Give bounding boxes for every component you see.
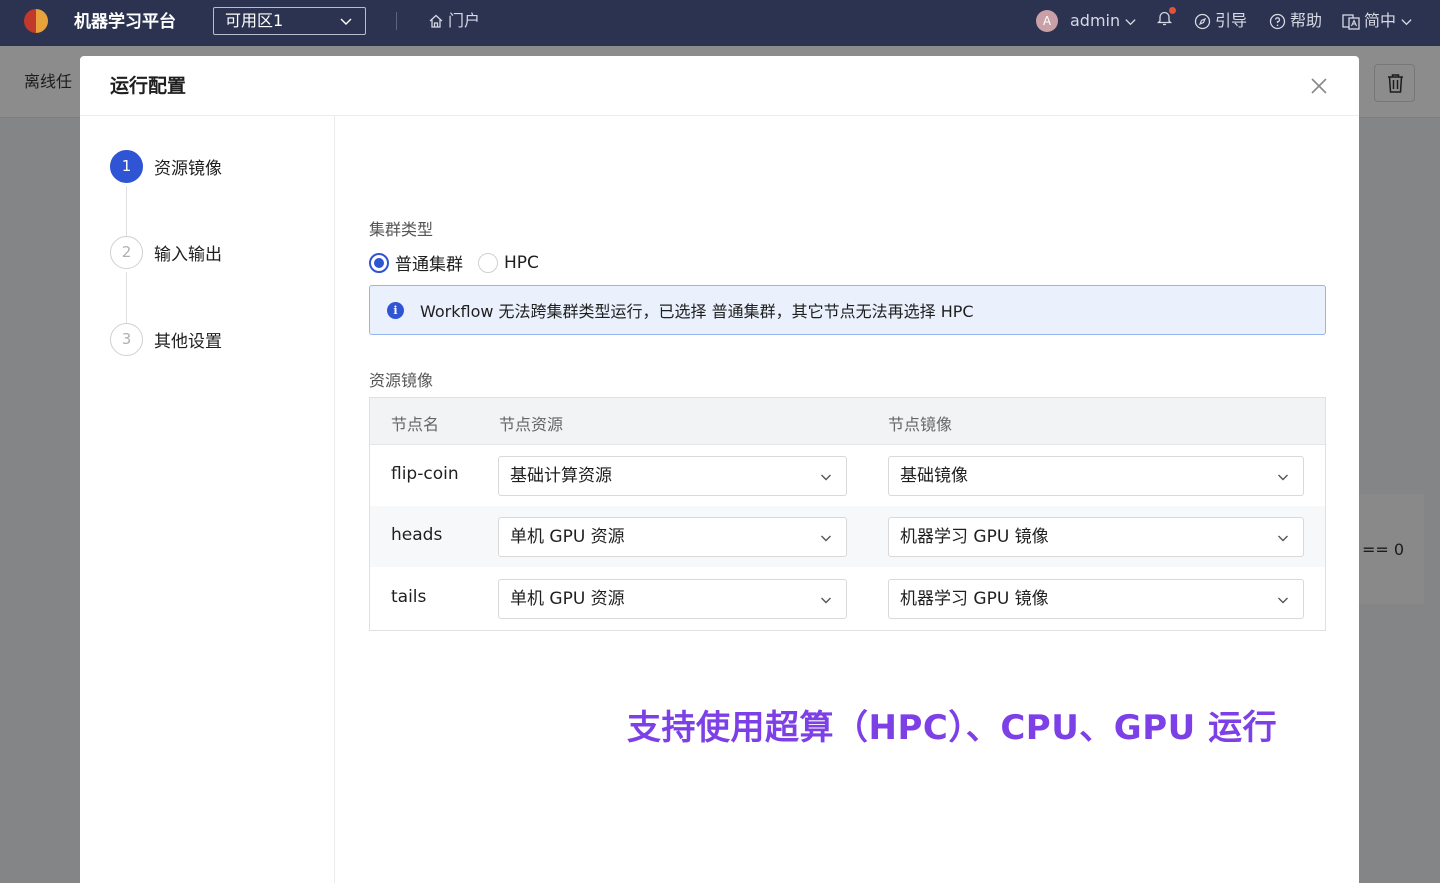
modal-title: 运行配置 bbox=[110, 75, 187, 97]
select-value: 基础镜像 bbox=[900, 466, 968, 486]
cluster-type-radio-group: 普通集群 HPC bbox=[369, 250, 554, 275]
chevron-down-icon bbox=[821, 474, 831, 481]
table-row: flip-coin 基础计算资源 基础镜像 bbox=[370, 445, 1325, 506]
home-icon bbox=[429, 14, 443, 28]
chevron-down-icon bbox=[821, 597, 831, 604]
chevron-down-icon bbox=[1401, 18, 1412, 25]
node-image-select[interactable]: 基础镜像 bbox=[888, 456, 1304, 496]
resource-table: 节点名 节点资源 节点镜像 flip-coin 基础计算资源 基础镜像 head… bbox=[369, 397, 1326, 631]
cluster-type-label: 集群类型 bbox=[369, 220, 434, 239]
app-title: 机器学习平台 bbox=[74, 12, 176, 32]
select-value: 单机 GPU 资源 bbox=[510, 589, 625, 609]
table-row: heads 单机 GPU 资源 机器学习 GPU 镜像 bbox=[370, 506, 1325, 567]
radio-label[interactable]: HPC bbox=[504, 253, 539, 273]
radio-hpc[interactable] bbox=[478, 252, 498, 273]
step-label: 资源镜像 bbox=[154, 159, 222, 179]
step-connector bbox=[126, 272, 127, 324]
node-image-select[interactable]: 机器学习 GPU 镜像 bbox=[888, 517, 1304, 557]
select-value: 机器学习 GPU 镜像 bbox=[900, 527, 1049, 547]
modal-content: 集群类型 普通集群 HPC i Workflow 无法跨集群类型运行，已选择 普… bbox=[369, 116, 1327, 883]
node-resource-select[interactable]: 基础计算资源 bbox=[498, 456, 847, 496]
radio-normal-cluster[interactable] bbox=[369, 252, 389, 273]
column-header: 节点名 bbox=[391, 415, 440, 434]
info-alert: i Workflow 无法跨集群类型运行，已选择 普通集群，其它节点无法再选择 … bbox=[369, 285, 1326, 335]
alert-text: Workflow 无法跨集群类型运行，已选择 普通集群，其它节点无法再选择 HP… bbox=[420, 302, 974, 321]
zone-select[interactable]: 可用区1 bbox=[213, 7, 366, 35]
step-resource-image[interactable]: 1 资源镜像 bbox=[110, 150, 222, 183]
step-input-output[interactable]: 2 输入输出 bbox=[110, 236, 222, 269]
chevron-down-icon bbox=[1278, 535, 1288, 542]
guide-link[interactable]: 引导 bbox=[1194, 9, 1247, 33]
zone-select-value: 可用区1 bbox=[225, 11, 284, 30]
steps-panel: 1 资源镜像 2 输入输出 3 其他设置 bbox=[80, 116, 335, 883]
compass-icon bbox=[1194, 13, 1211, 29]
notification-button[interactable] bbox=[1156, 7, 1176, 27]
avatar: A bbox=[1036, 10, 1058, 32]
portal-link[interactable]: 门户 bbox=[428, 10, 480, 32]
chevron-down-icon bbox=[1278, 597, 1288, 604]
help-label: 帮助 bbox=[1290, 11, 1323, 30]
step-number: 1 bbox=[110, 150, 143, 183]
step-number: 3 bbox=[110, 323, 143, 356]
run-config-modal: 运行配置 1 资源镜像 2 输入输出 3 其他设置 集群类型 普通集群 HPC … bbox=[80, 56, 1359, 883]
chevron-down-icon bbox=[340, 18, 352, 25]
step-label: 其他设置 bbox=[154, 332, 222, 352]
column-header: 节点资源 bbox=[499, 415, 564, 434]
portal-label: 门户 bbox=[448, 11, 481, 30]
user-name: admin bbox=[1070, 11, 1121, 30]
step-number: 2 bbox=[110, 236, 143, 269]
close-icon[interactable] bbox=[1308, 75, 1330, 97]
node-resource-select[interactable]: 单机 GPU 资源 bbox=[498, 579, 847, 619]
node-resource-select[interactable]: 单机 GPU 资源 bbox=[498, 517, 847, 557]
divider bbox=[396, 12, 397, 30]
language-label: 简中 bbox=[1364, 11, 1397, 30]
select-value: 基础计算资源 bbox=[510, 466, 612, 486]
step-connector bbox=[126, 186, 127, 238]
promo-caption: 支持使用超算（HPC）、CPU、GPU 运行 bbox=[627, 708, 1278, 748]
language-switch[interactable]: 简中 bbox=[1342, 9, 1413, 33]
node-name: heads bbox=[391, 525, 443, 545]
help-icon bbox=[1269, 13, 1286, 29]
user-menu[interactable]: A admin bbox=[1036, 9, 1137, 33]
chevron-down-icon bbox=[1278, 474, 1288, 481]
info-icon: i bbox=[387, 301, 404, 319]
step-other-settings[interactable]: 3 其他设置 bbox=[110, 323, 222, 356]
notification-dot bbox=[1169, 7, 1176, 14]
select-value: 单机 GPU 资源 bbox=[510, 527, 625, 547]
modal-header: 运行配置 bbox=[80, 56, 1359, 116]
logo-icon[interactable] bbox=[24, 9, 48, 33]
node-name: flip-coin bbox=[391, 464, 459, 484]
radio-label[interactable]: 普通集群 bbox=[395, 250, 463, 275]
help-link[interactable]: 帮助 bbox=[1269, 9, 1322, 33]
table-row: tails 单机 GPU 资源 机器学习 GPU 镜像 bbox=[370, 568, 1325, 629]
table-header: 节点名 节点资源 节点镜像 bbox=[370, 398, 1325, 445]
node-image-select[interactable]: 机器学习 GPU 镜像 bbox=[888, 579, 1304, 619]
chevron-down-icon bbox=[1125, 18, 1136, 25]
translate-icon bbox=[1342, 13, 1360, 30]
resource-image-label: 资源镜像 bbox=[369, 371, 434, 390]
column-header: 节点镜像 bbox=[888, 415, 953, 434]
top-navbar: 机器学习平台 可用区1 门户 A admin 引导 帮助 简中 bbox=[0, 0, 1440, 46]
node-name: tails bbox=[391, 587, 427, 607]
select-value: 机器学习 GPU 镜像 bbox=[900, 589, 1049, 609]
step-label: 输入输出 bbox=[154, 245, 222, 265]
guide-label: 引导 bbox=[1215, 11, 1248, 30]
chevron-down-icon bbox=[821, 535, 831, 542]
